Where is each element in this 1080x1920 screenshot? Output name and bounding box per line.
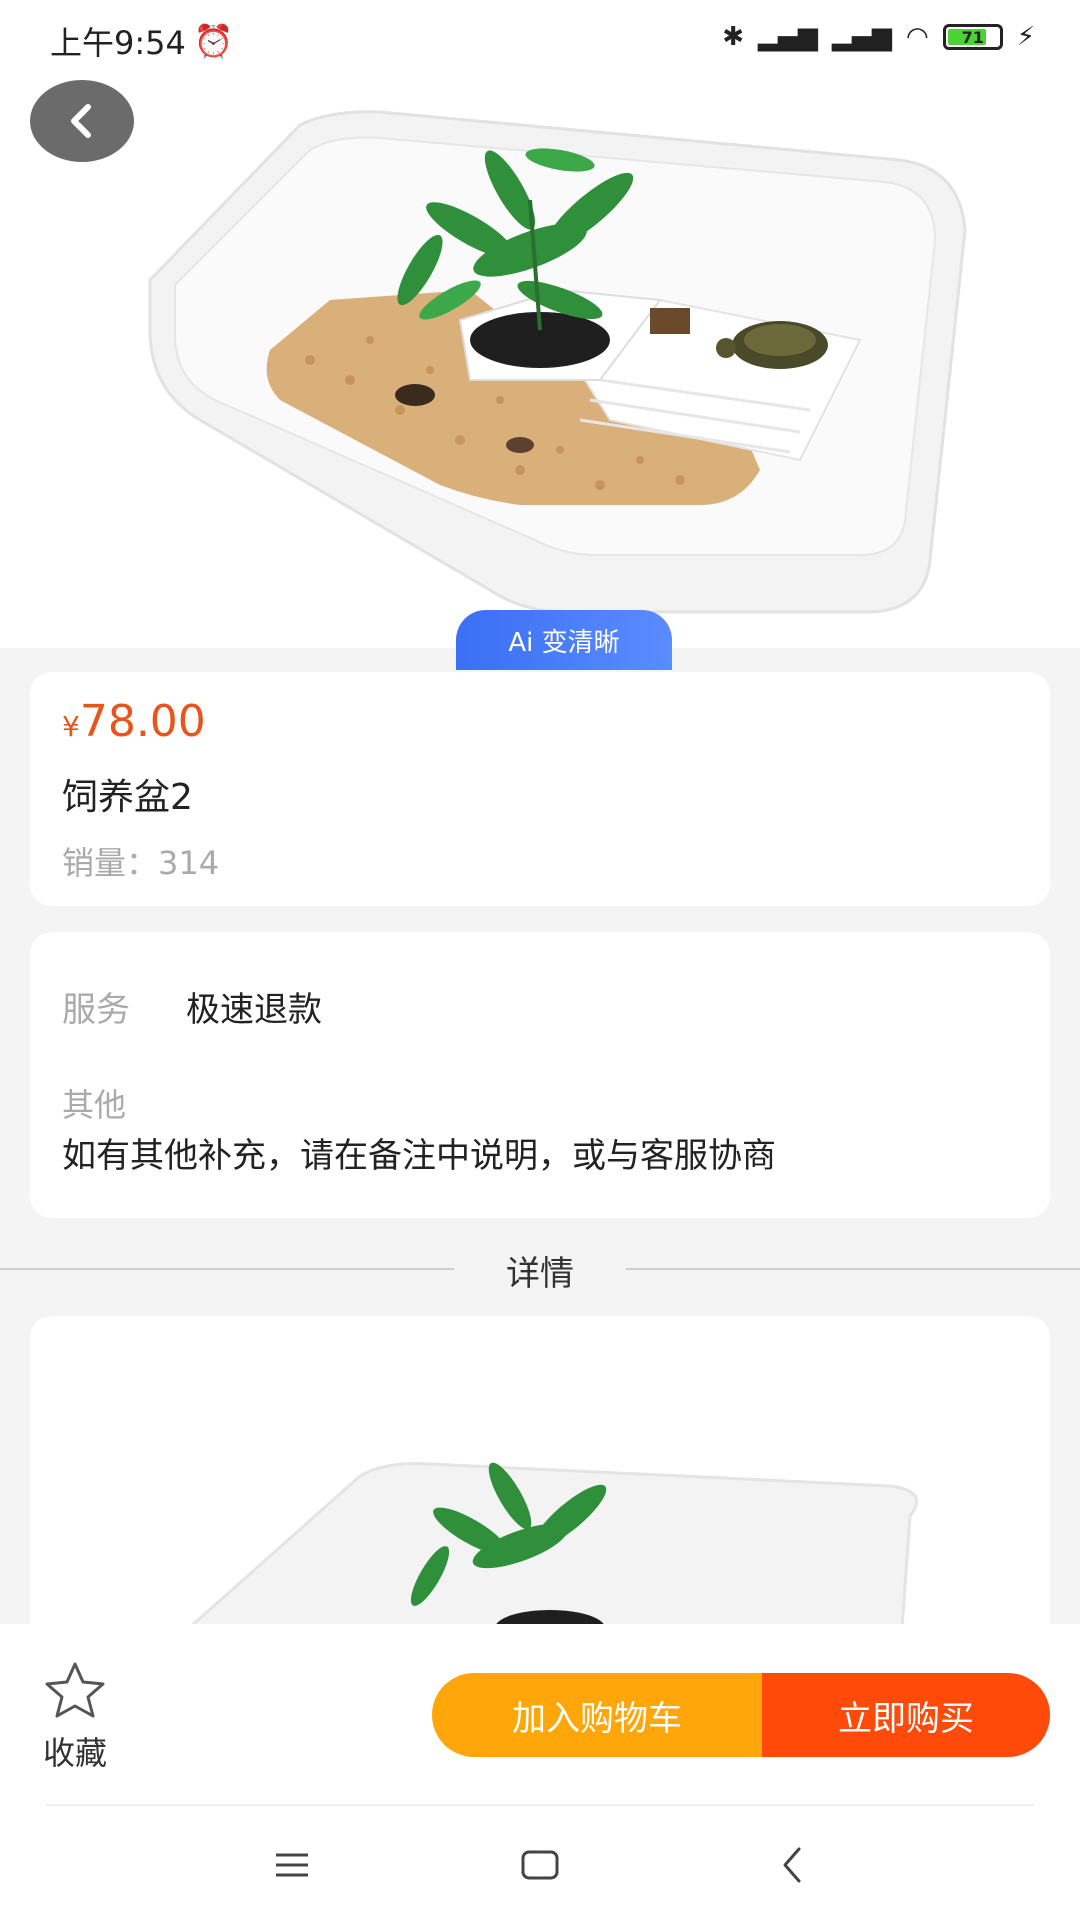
favorite-label: 收藏 xyxy=(42,1734,107,1772)
service-value: 极速退款 xyxy=(186,990,322,1030)
turtle-tank-image xyxy=(0,0,1080,648)
home-square-icon xyxy=(521,1850,559,1880)
charging-icon: ⚡ xyxy=(1016,22,1035,52)
service-card: 服务 极速退款 其他 如有其他补充，请在备注中说明，或与客服协商 xyxy=(30,932,1050,1218)
signal-hd-icon: ▂▄▆ xyxy=(758,22,819,52)
buy-now-button[interactable]: 立即购买 xyxy=(762,1673,1050,1757)
service-label: 服务 xyxy=(62,990,130,1030)
star-icon xyxy=(45,1662,105,1718)
product-price: ¥78.00 xyxy=(62,696,206,747)
menu-icon xyxy=(276,1853,308,1877)
purchase-button-group: 加入购物车 立即购买 xyxy=(432,1673,1050,1757)
detail-product-image xyxy=(30,1316,1050,1656)
ai-enhance-badge[interactable]: Ai 变清晰 xyxy=(456,610,672,670)
details-divider: 详情 xyxy=(0,1246,1080,1294)
product-sales: 销量：314 xyxy=(62,844,220,882)
status-bar: 上午9:54 ⏰ ✱ ▂▄▆ ▂▄▆ ◠ 71 ⚡ xyxy=(0,0,1080,80)
add-to-cart-button[interactable]: 加入购物车 xyxy=(432,1673,762,1757)
status-time: 上午9:54 ⏰ xyxy=(50,22,234,62)
wifi-icon: ◠ xyxy=(906,22,929,52)
product-hero-image[interactable] xyxy=(0,0,1080,648)
battery-icon: 71 xyxy=(942,24,1003,50)
menu-nav-button[interactable] xyxy=(262,1840,322,1890)
back-chevron-icon xyxy=(783,1847,801,1883)
chevron-left-icon xyxy=(71,104,91,138)
bluetooth-icon: ✱ xyxy=(722,22,745,52)
details-heading: 详情 xyxy=(506,1254,574,1294)
back-nav-button[interactable] xyxy=(762,1840,822,1890)
bottom-action-bar: 收藏 加入购物车 立即购买 xyxy=(0,1624,1080,1804)
signal-hd-icon: ▂▄▆ xyxy=(832,22,893,52)
product-info-card: ¥78.00 饲养盆2 销量：314 xyxy=(30,672,1050,906)
home-nav-button[interactable] xyxy=(510,1840,570,1890)
status-icons: ✱ ▂▄▆ ▂▄▆ ◠ 71 ⚡ xyxy=(722,22,1035,52)
back-button[interactable] xyxy=(30,80,134,162)
other-value: 如有其他补充，请在备注中说明，或与客服协商 xyxy=(62,1136,776,1176)
other-label: 其他 xyxy=(62,1086,127,1124)
alarm-icon: ⏰ xyxy=(193,22,234,60)
detail-image-card xyxy=(30,1316,1050,1656)
product-title: 饲养盆2 xyxy=(62,777,193,818)
system-nav-bar xyxy=(0,1804,1080,1920)
favorite-button[interactable]: 收藏 xyxy=(30,1660,120,1774)
